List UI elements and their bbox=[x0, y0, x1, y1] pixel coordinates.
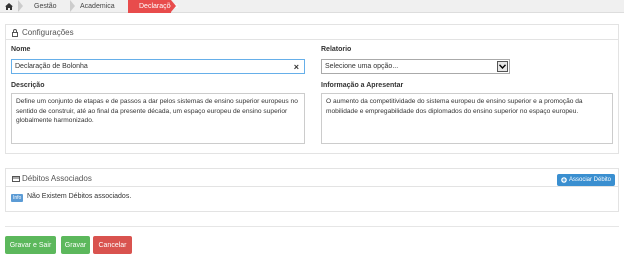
debitos-title: Débitos Associados bbox=[22, 174, 92, 183]
associar-debito-label: Associar Débito bbox=[568, 177, 612, 183]
debitos-panel-header: Débitos Associados bbox=[6, 169, 618, 187]
breadcrumb-item-gestao[interactable]: Gestão bbox=[34, 0, 57, 13]
nome-input[interactable]: Declaração de Bolonha × bbox=[11, 59, 305, 74]
relatorio-select[interactable]: Selecione uma opção... bbox=[321, 59, 510, 74]
descricao-textarea[interactable]: Define um conjunto de etapas e de passos… bbox=[11, 93, 305, 144]
relatorio-select-value: Selecione uma opção... bbox=[325, 63, 399, 70]
lock-icon bbox=[12, 29, 18, 39]
debitos-panel: Débitos Associados bbox=[5, 168, 619, 212]
cancelar-button[interactable]: Cancelar bbox=[93, 236, 132, 254]
configuracoes-panel-header: Configurações bbox=[6, 25, 618, 40]
nome-input-value: Declaração de Bolonha bbox=[15, 63, 88, 70]
info-badge: Info bbox=[11, 194, 24, 202]
breadcrumb-separator bbox=[18, 0, 23, 12]
card-icon bbox=[12, 175, 20, 184]
gravar-e-sair-button[interactable]: Gravar e Sair bbox=[5, 236, 56, 254]
breadcrumb-item-academica[interactable]: Academica bbox=[80, 0, 115, 13]
chevron-down-icon[interactable] bbox=[497, 61, 508, 72]
plus-circle-icon bbox=[561, 177, 567, 183]
breadcrumb-separator bbox=[70, 0, 75, 12]
clear-icon[interactable]: × bbox=[294, 62, 299, 72]
breadcrumb-item-declaracoes[interactable]: Declarações bbox=[128, 0, 178, 13]
informacao-label: Informação a Apresentar bbox=[321, 82, 404, 89]
nome-label: Nome bbox=[11, 46, 31, 53]
breadcrumb: Gestão Academica Declarações bbox=[0, 0, 624, 13]
associar-debito-button[interactable]: Associar Débito bbox=[557, 174, 615, 186]
divider bbox=[5, 226, 619, 227]
informacao-textarea[interactable]: O aumento da competitividade do sistema … bbox=[321, 93, 613, 144]
gravar-button[interactable]: Gravar bbox=[61, 236, 90, 254]
configuracoes-title: Configurações bbox=[22, 28, 74, 37]
relatorio-label: Relatorio bbox=[321, 46, 352, 53]
home-icon[interactable] bbox=[2, 0, 16, 13]
breadcrumb-active-arrow bbox=[171, 0, 176, 12]
descricao-label: Descrição bbox=[11, 82, 45, 89]
no-debitos-text: Não Existem Débitos associados. bbox=[27, 193, 132, 200]
